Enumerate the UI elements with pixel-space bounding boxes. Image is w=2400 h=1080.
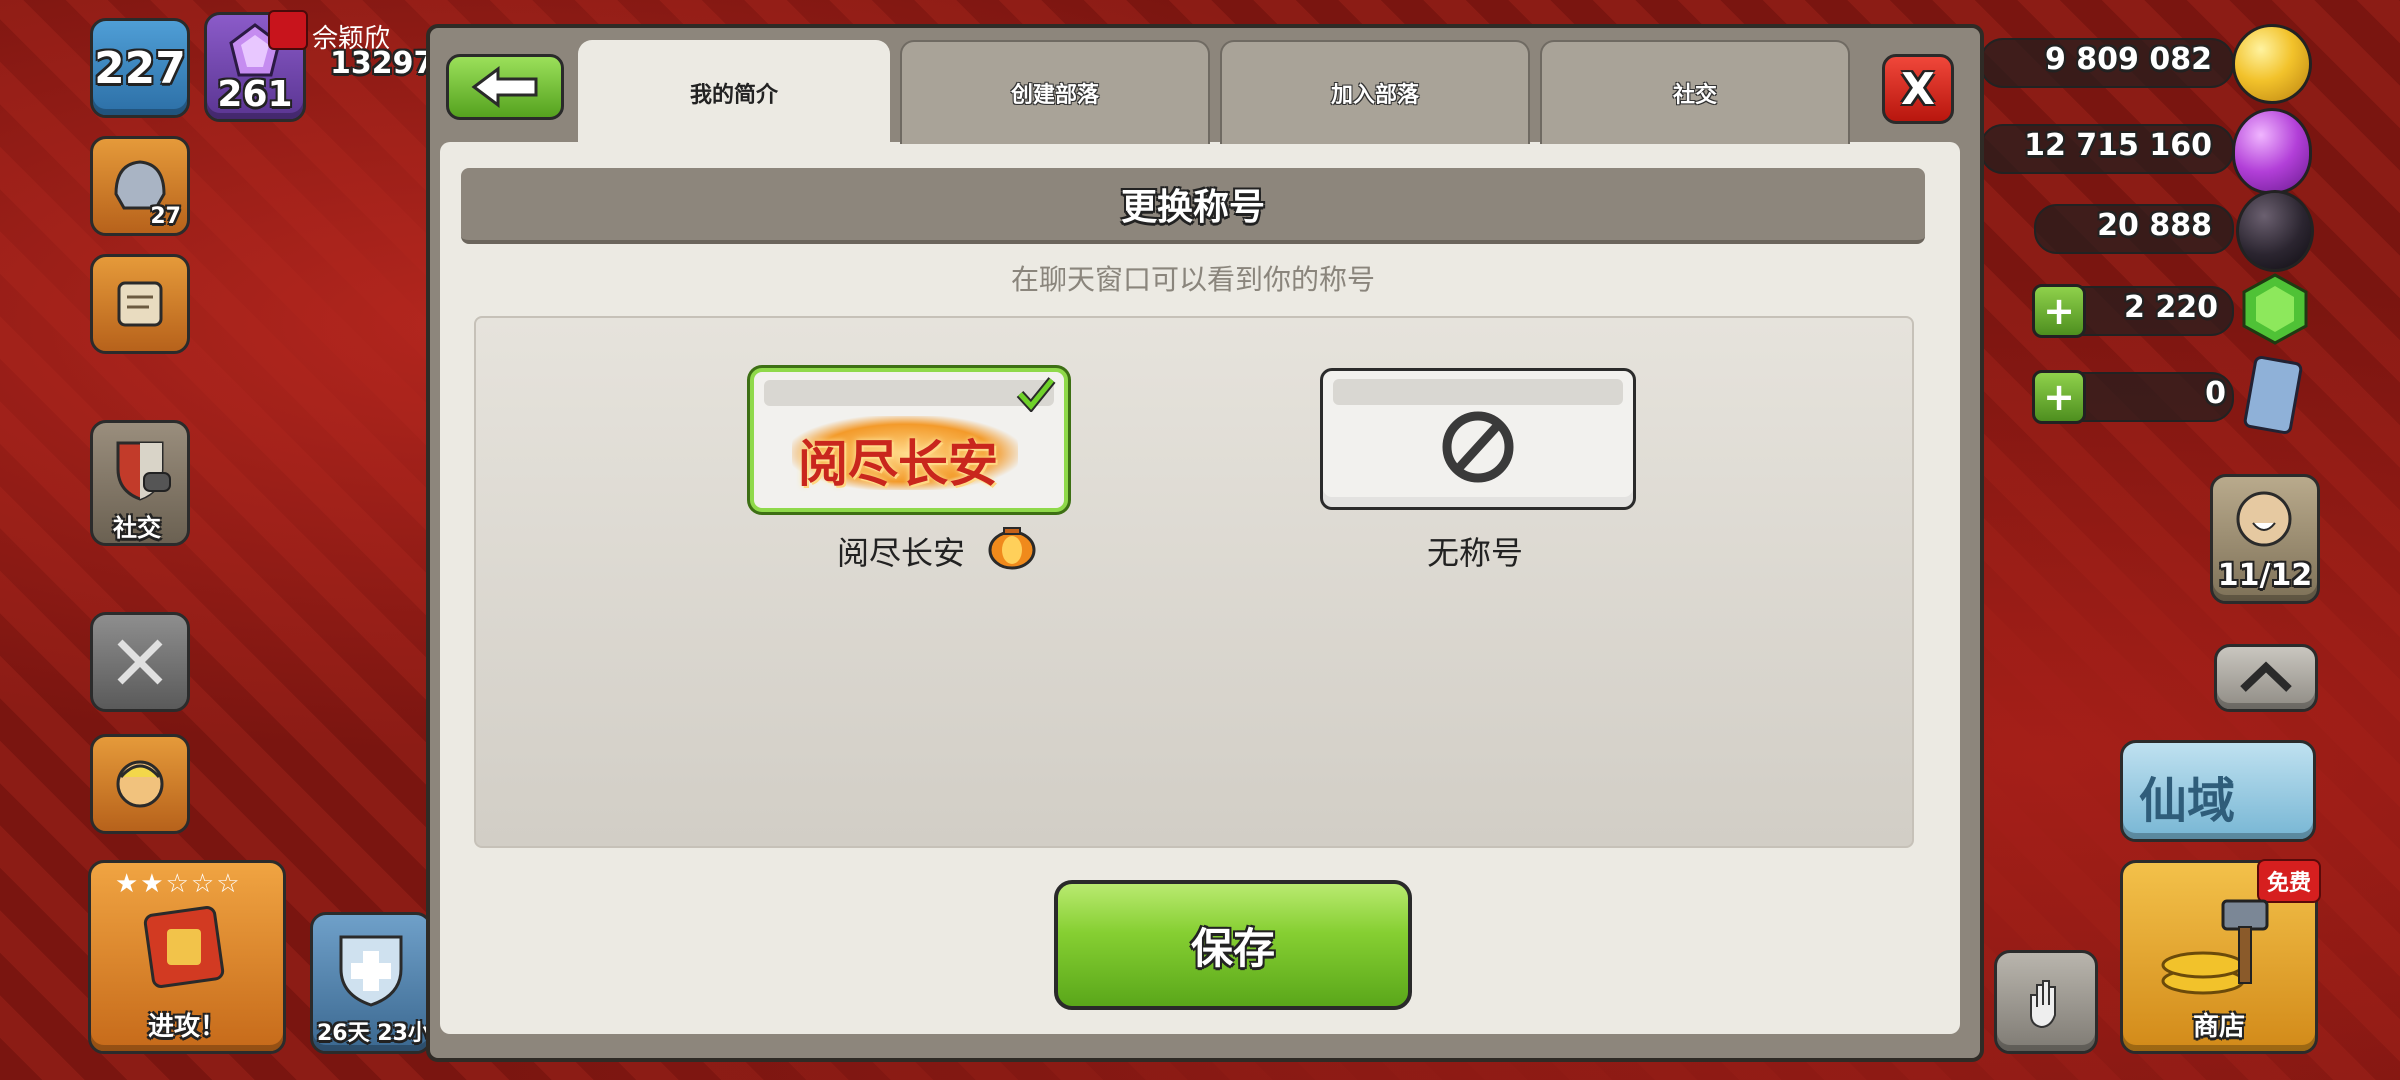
title-option-none[interactable] (1320, 368, 1636, 510)
gold-coin-icon (2232, 24, 2312, 104)
close-button[interactable]: X (1882, 54, 1954, 124)
event-banner-text: 仙域 (2139, 773, 2236, 829)
save-button[interactable]: 保存 (1054, 880, 1412, 1010)
change-title-header: 更换称号 (461, 168, 1925, 244)
tab-my-profile[interactable]: 我的简介 (578, 40, 890, 144)
barbarian-face-icon (116, 760, 164, 808)
crossed-swords-icon (117, 639, 163, 685)
edit-mode-button[interactable] (1994, 950, 2098, 1054)
builder-face-icon (2236, 491, 2292, 547)
back-button[interactable] (446, 54, 564, 120)
buy-gems-button[interactable]: + (2032, 284, 2086, 338)
event-banner-button[interactable]: 仙域 (2120, 740, 2316, 842)
buy-tickets-button[interactable]: + (2032, 370, 2086, 424)
lantern-icon (988, 527, 1036, 570)
magic-items-count: 27 (150, 204, 181, 229)
shield-plus-icon (339, 935, 403, 1007)
tickets-amount: 0 (2205, 376, 2226, 411)
quest-log-button[interactable] (90, 254, 190, 354)
gold-amount: 9 809 082 (2044, 42, 2212, 77)
social-label: 社交 (113, 514, 161, 542)
trophy-count: 261 (217, 74, 293, 115)
title-option-label: 阅尽长安 (836, 534, 965, 572)
shop-button[interactable]: 免费 商店 (2120, 859, 2321, 1054)
checkmark-icon (1016, 377, 1056, 412)
gem-icon (2242, 273, 2308, 345)
chevron-up-icon (2240, 661, 2292, 692)
shield-timer-button[interactable]: 26天 23小 (310, 912, 432, 1054)
dark-elixir-amount: 20 888 (2097, 208, 2212, 243)
dark-elixir-drop-icon (2236, 190, 2314, 272)
attack-stars-icon: ★★☆☆☆ (115, 869, 242, 899)
player-level-badge[interactable]: 227 (90, 18, 190, 118)
builders-button[interactable]: 11/12 (2210, 474, 2320, 604)
builders-count: 11/12 (2217, 558, 2313, 593)
title-option-yuejin-changan[interactable]: 阅尽长安 (750, 368, 1068, 512)
title-selection-grid (474, 316, 1914, 848)
gems-amount: 2 220 (2124, 290, 2218, 325)
hammer-coins-icon (2161, 899, 2269, 995)
arrow-left-icon (471, 66, 538, 108)
league-flag-icon (268, 10, 308, 50)
attack-button[interactable]: ★★☆☆☆ 进攻！ (88, 860, 286, 1054)
prohibited-icon (1442, 411, 1514, 483)
tab-create-clan[interactable]: 创建部落 (900, 40, 1210, 144)
elixir-amount: 12 715 160 (2024, 128, 2212, 163)
shield-chat-icon (116, 441, 171, 501)
battle-log-button[interactable] (90, 612, 190, 712)
scroll-icon (117, 281, 163, 327)
card-top-strip (764, 380, 1054, 406)
tab-social[interactable]: 社交 (1540, 40, 1850, 144)
title-banner-text: 阅尽长安 (798, 434, 998, 493)
shield-timer-text: 26天 23小 (317, 1021, 430, 1046)
title-option-label: 无称号 (1426, 534, 1523, 572)
card-top-strip (1333, 379, 1623, 405)
elixir-drop-icon (2232, 108, 2312, 194)
army-button[interactable] (90, 734, 190, 834)
shop-label: 商店 (2192, 1012, 2245, 1042)
move-hand-icon (2030, 980, 2056, 1029)
magic-items-button[interactable]: 27 (90, 136, 190, 236)
map-card-icon (143, 906, 225, 988)
attack-label: 进攻！ (147, 1012, 226, 1042)
change-title-subtitle: 在聊天窗口可以看到你的称号 (1010, 263, 1375, 296)
ticket-icon (2243, 355, 2303, 435)
expand-up-button[interactable] (2214, 644, 2318, 712)
tab-join-clan[interactable]: 加入部落 (1220, 40, 1530, 144)
